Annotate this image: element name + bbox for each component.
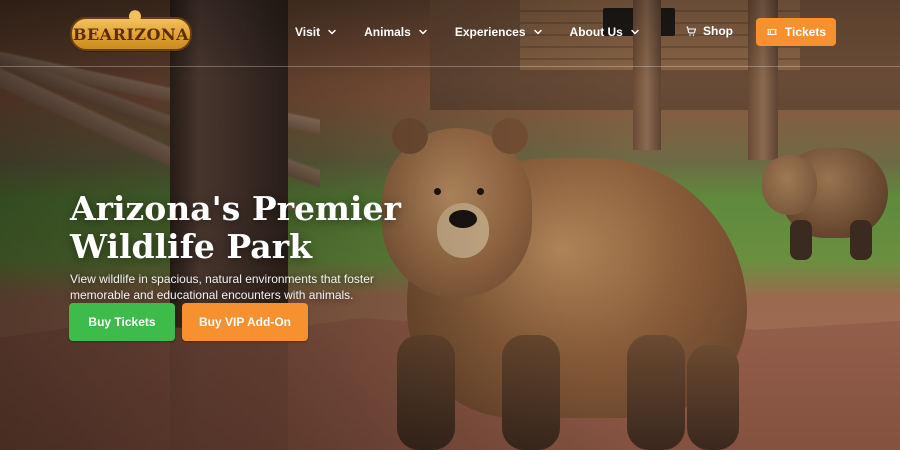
ticket-icon	[767, 29, 777, 35]
logo-text: BEARIZONA	[72, 24, 190, 44]
site-header: BEARIZONA Visit Animals Experiences Abou…	[0, 0, 900, 66]
nav-item-experiences[interactable]: Experiences	[455, 25, 544, 39]
shopping-cart-icon	[686, 26, 697, 36]
hero-section: BEARIZONA Visit Animals Experiences Abou…	[0, 0, 900, 450]
chevron-down-icon	[328, 29, 336, 35]
nav-item-label: About Us	[569, 25, 623, 39]
buy-vip-add-on-button[interactable]: Buy VIP Add-On	[182, 303, 308, 341]
shop-link[interactable]: Shop	[685, 24, 733, 38]
chevron-down-icon	[419, 29, 427, 35]
logo-crown-icon	[124, 9, 146, 21]
bearizona-logo[interactable]: BEARIZONA	[70, 9, 192, 51]
main-nav: Visit Animals Experiences About Us	[295, 23, 667, 41]
nav-item-about-us[interactable]: About Us	[570, 25, 641, 39]
buy-tickets-label: Buy Tickets	[88, 315, 156, 329]
nav-item-label: Visit	[295, 25, 321, 39]
nav-item-animals[interactable]: Animals	[364, 25, 429, 39]
nav-item-label: Experiences	[454, 25, 526, 39]
buy-tickets-button[interactable]: Buy Tickets	[69, 303, 175, 341]
chevron-down-icon	[533, 29, 542, 35]
tickets-label: Tickets	[784, 25, 827, 39]
header-divider	[0, 66, 900, 67]
hero-subtitle: View wildlife in spacious, natural envir…	[70, 272, 374, 302]
hero-title: Arizona's Premier Wildlife Park	[70, 189, 401, 267]
shop-label: Shop	[703, 24, 733, 38]
tickets-button[interactable]: Tickets	[756, 18, 836, 46]
nav-item-label: Animals	[364, 25, 411, 39]
nav-item-visit[interactable]: Visit	[295, 25, 338, 39]
chevron-down-icon	[631, 29, 639, 35]
buy-vip-add-on-label: Buy VIP Add-On	[198, 315, 291, 329]
